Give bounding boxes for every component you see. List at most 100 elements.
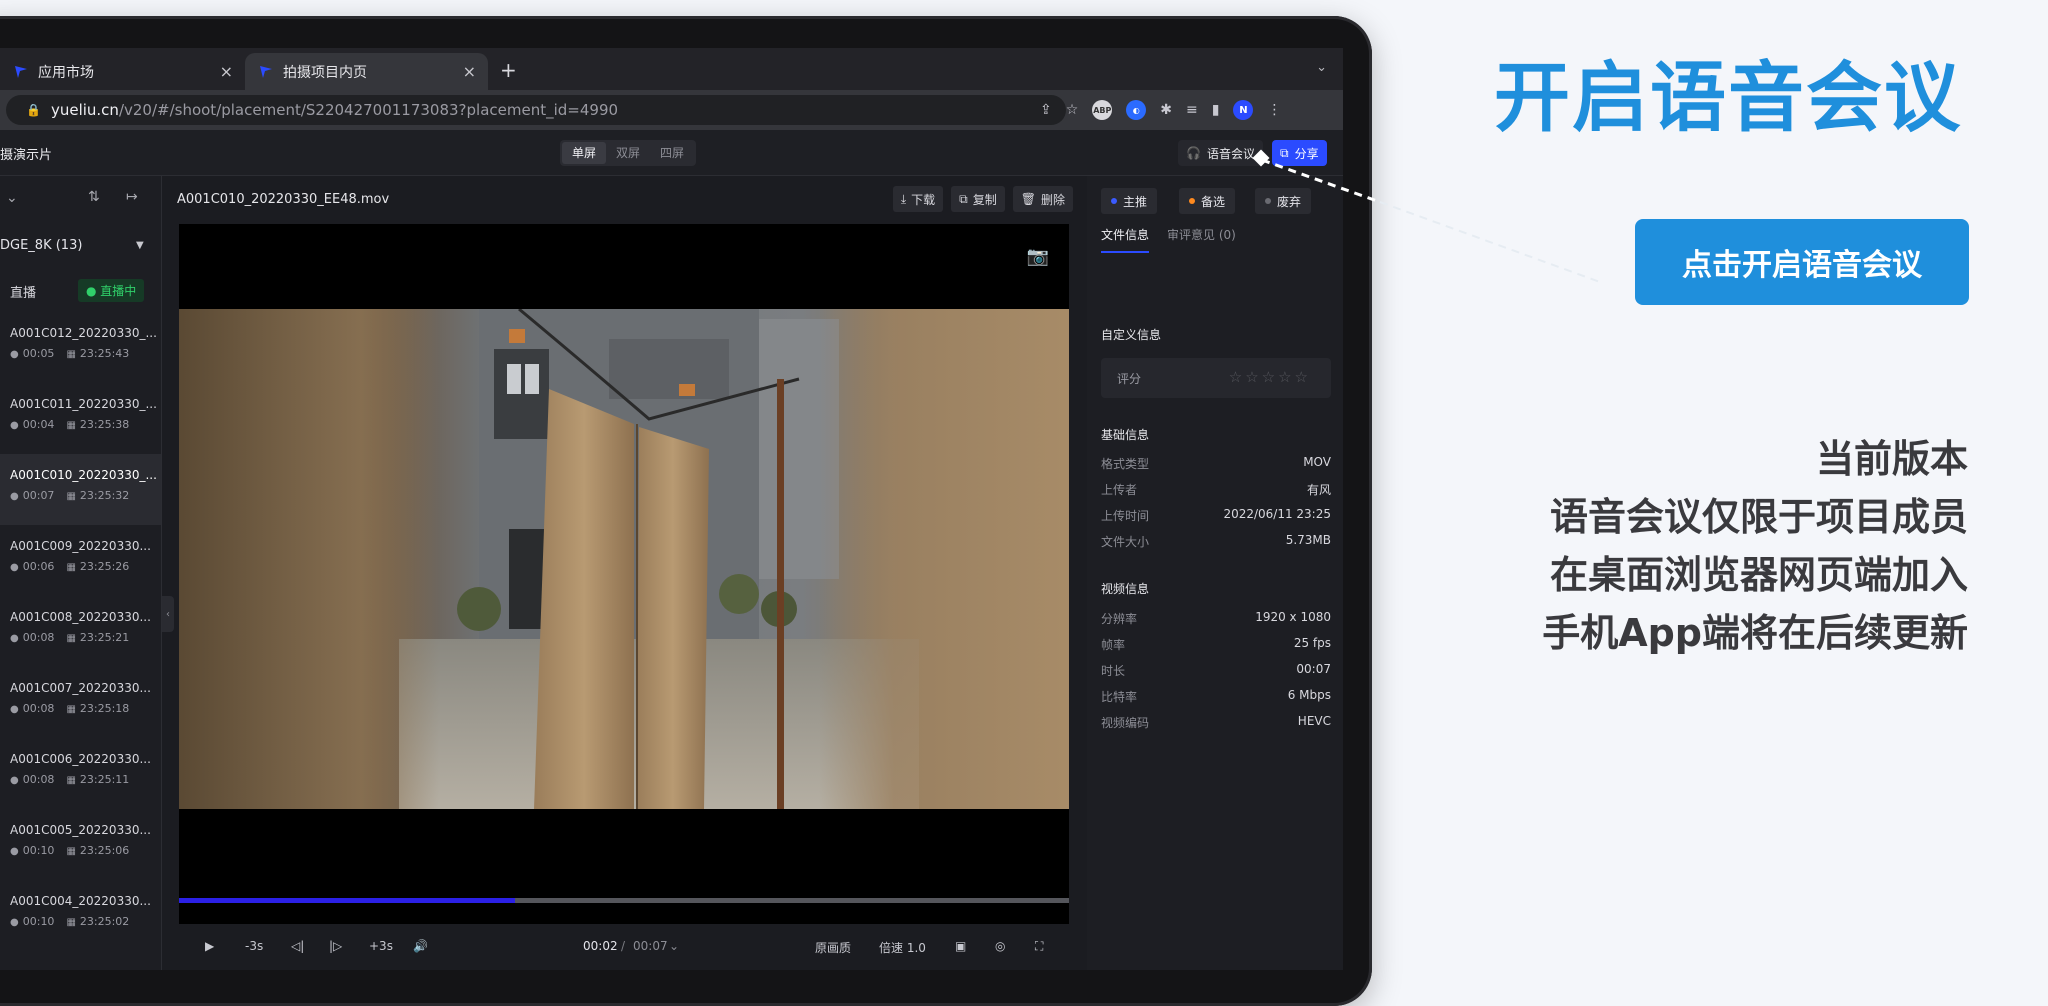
pick-alternate-button[interactable]: 备选 [1179, 188, 1236, 214]
download-button[interactable]: ⤓ 下载 [892, 186, 944, 212]
collapse-left-panel-handle[interactable]: ‹ [162, 596, 174, 632]
speed-select[interactable]: 倍速 1.0 [879, 939, 926, 956]
progress-fill [179, 898, 515, 903]
info-panel: 主推 备选 废弃 文件信息 审评意见 (0) 自定义信息 评分 ☆☆☆☆☆ 基础… [1087, 176, 1343, 970]
time-text: 23:25:06 [79, 844, 130, 857]
info-value: 6 Mbps [1287, 688, 1331, 702]
quality-select[interactable]: 原画质 [815, 939, 851, 956]
view-mode-double[interactable]: 双屏 [606, 142, 650, 164]
custom-info-title: 自定义信息 [1101, 328, 1162, 342]
list-item[interactable]: A001C009_20220330... ● 00:06 ▦ 23:25:26 [0, 525, 161, 596]
list-item[interactable]: A001C011_20220330_... ● 00:04 ▦ 23:25:38 [0, 383, 161, 454]
prev-frame-icon[interactable]: ◁| [291, 939, 304, 953]
info-row: 时长 00:07 [1101, 662, 1331, 679]
voice-meeting-button[interactable]: 🎧 语音会议 [1178, 140, 1263, 166]
status-badge: ● 直播中 [78, 279, 145, 302]
tab-review[interactable]: 审评意见 (0) [1167, 226, 1236, 253]
clip-meta: ● 00:07 ▦ 23:25:32 [10, 489, 129, 502]
info-row: 文件大小 5.73MB [1101, 533, 1331, 550]
sidebar-icon[interactable]: ▮ [1212, 102, 1220, 118]
overlay-settings-icon[interactable]: ◎ [995, 939, 1005, 953]
aspect-icon[interactable]: ▣ [955, 939, 966, 953]
adblock-extension-icon[interactable]: ABP [1092, 100, 1113, 120]
delete-button[interactable]: 🗑 删除 [1012, 186, 1073, 212]
list-item[interactable]: A001C004_20220330... ● 00:10 ▦ 23:25:02 [0, 880, 161, 951]
list-item[interactable]: A001C008_20220330... ● 00:08 ▦ 23:25:21 [0, 596, 161, 667]
volume-icon[interactable]: 🔊 [413, 939, 428, 953]
fullscreen-icon[interactable]: ⛶ [1035, 939, 1043, 954]
time-text: 23:25:18 [79, 702, 130, 715]
time-text: 23:25:26 [79, 560, 130, 573]
profile-avatar[interactable]: N [1233, 100, 1254, 120]
folder-dropdown[interactable]: DGE_8K (13) ▼ [0, 224, 161, 268]
discard-dot [1265, 198, 1271, 204]
adblock-label: ABP [1093, 105, 1112, 115]
external-link-icon: ⧉ [1280, 145, 1289, 160]
list-item[interactable]: A001C012_20220330_... ● 00:05 ▦ 23:25:43 [0, 312, 161, 383]
extension-icon[interactable]: ◐ [1126, 100, 1147, 120]
share-button[interactable]: ⧉ 分享 [1272, 140, 1327, 166]
clip-time: ▦ 23:25:43 [66, 347, 129, 360]
calendar-icon: ▦ [66, 562, 76, 573]
chevron-down-icon[interactable]: ⌄ [6, 190, 18, 206]
list-item[interactable]: A001C007_20220330... ● 00:08 ▦ 23:25:18 [0, 667, 161, 738]
tab-shoot-project[interactable]: 拍摄项目内页 × [245, 53, 488, 90]
tab-file-info[interactable]: 文件信息 [1101, 226, 1150, 253]
calendar-icon: ▦ [66, 420, 76, 431]
duration-text: 00:06 [22, 560, 55, 573]
clip-name: A001C012_20220330_... [10, 326, 156, 340]
clip-meta: ● 00:08 ▦ 23:25:18 [10, 702, 129, 715]
play-icon[interactable]: ▶ [205, 939, 214, 953]
copy-button[interactable]: ⧉ 复制 [951, 186, 1005, 212]
new-tab-icon[interactable]: + [500, 58, 517, 82]
video-frame[interactable] [179, 309, 1069, 809]
info-key: 比特率 [1101, 690, 1138, 704]
kebab-menu-icon[interactable]: ⋮ [1267, 102, 1281, 118]
duration-text: 00:05 [22, 347, 55, 360]
sort-icon[interactable]: ⇅ [88, 189, 100, 205]
list-item[interactable]: A001C005_20220330... ● 00:10 ▦ 23:25:06 [0, 809, 161, 880]
camera-snapshot-icon[interactable]: 📷 [1027, 246, 1049, 267]
expand-panel-icon[interactable]: ↦ [126, 189, 138, 205]
info-row: 比特率 6 Mbps [1101, 688, 1331, 705]
progress-bar[interactable] [179, 898, 1069, 903]
list-item[interactable]: A001C006_20220330... ● 00:08 ▦ 23:25:11 [0, 738, 161, 809]
player-controls: ▶ -3s ◁| |▷ +3s 🔊 00:02 / 00:07 ⌄ 原画质 倍速… [179, 924, 1069, 970]
url-field[interactable]: 🔒 yueliu.cn /v20/#/shoot/placement/S2204… [6, 95, 1066, 125]
pick-alternate-label: 备选 [1201, 194, 1226, 209]
time-text: 23:25:38 [79, 418, 130, 431]
live-stream-item[interactable]: 直播 ● 直播中 [0, 268, 161, 312]
duration-text: 00:08 [22, 773, 55, 786]
list-item[interactable]: A001C010_20220330_... ● 00:07 ▦ 23:25:32 [0, 454, 161, 525]
pick-discard-button[interactable]: 废弃 [1255, 188, 1312, 214]
share-page-icon[interactable]: ⇪ [1040, 102, 1052, 118]
bookmark-star-icon[interactable]: ☆ [1066, 102, 1079, 118]
lock-icon: 🔒 [26, 103, 41, 117]
forward-3s-button[interactable]: +3s [369, 939, 393, 953]
screenshot-frame: 应用市场 × 拍摄项目内页 × + ⌄ 🔒 yueliu.cn /v20/#/s… [0, 0, 2048, 1006]
media-queue-icon[interactable]: ≡ [1186, 102, 1198, 118]
clock-icon: ● [10, 562, 19, 573]
pick-primary-button[interactable]: 主推 [1101, 188, 1158, 214]
puzzle-extensions-icon[interactable]: ✱ [1160, 102, 1172, 118]
total-time[interactable]: 00:07 [633, 939, 668, 953]
duration-text: 00:04 [22, 418, 55, 431]
video-player[interactable]: 📷 [179, 224, 1069, 924]
rating-stars[interactable]: ☆☆☆☆☆ [1229, 368, 1311, 386]
next-frame-icon[interactable]: |▷ [329, 939, 342, 953]
clip-name: A001C006_20220330... [10, 752, 151, 766]
chevron-down-icon[interactable]: ⌄ [1316, 60, 1327, 75]
view-mode-single[interactable]: 单屏 [562, 142, 607, 164]
clock-icon: ● [10, 846, 19, 857]
tab-app-market[interactable]: 应用市场 × [0, 53, 245, 90]
rewind-3s-button[interactable]: -3s [245, 939, 263, 953]
clip-name: A001C008_20220330... [10, 610, 151, 624]
calendar-icon: ▦ [66, 775, 76, 786]
view-mode-quad[interactable]: 四屏 [650, 142, 694, 164]
close-icon[interactable]: × [463, 62, 476, 81]
time-text: 23:25:21 [79, 631, 130, 644]
close-icon[interactable]: × [220, 62, 233, 81]
chevron-down-icon[interactable]: ⌄ [669, 939, 679, 953]
info-key: 上传者 [1101, 483, 1138, 497]
clip-time: ▦ 23:25:18 [66, 702, 129, 715]
